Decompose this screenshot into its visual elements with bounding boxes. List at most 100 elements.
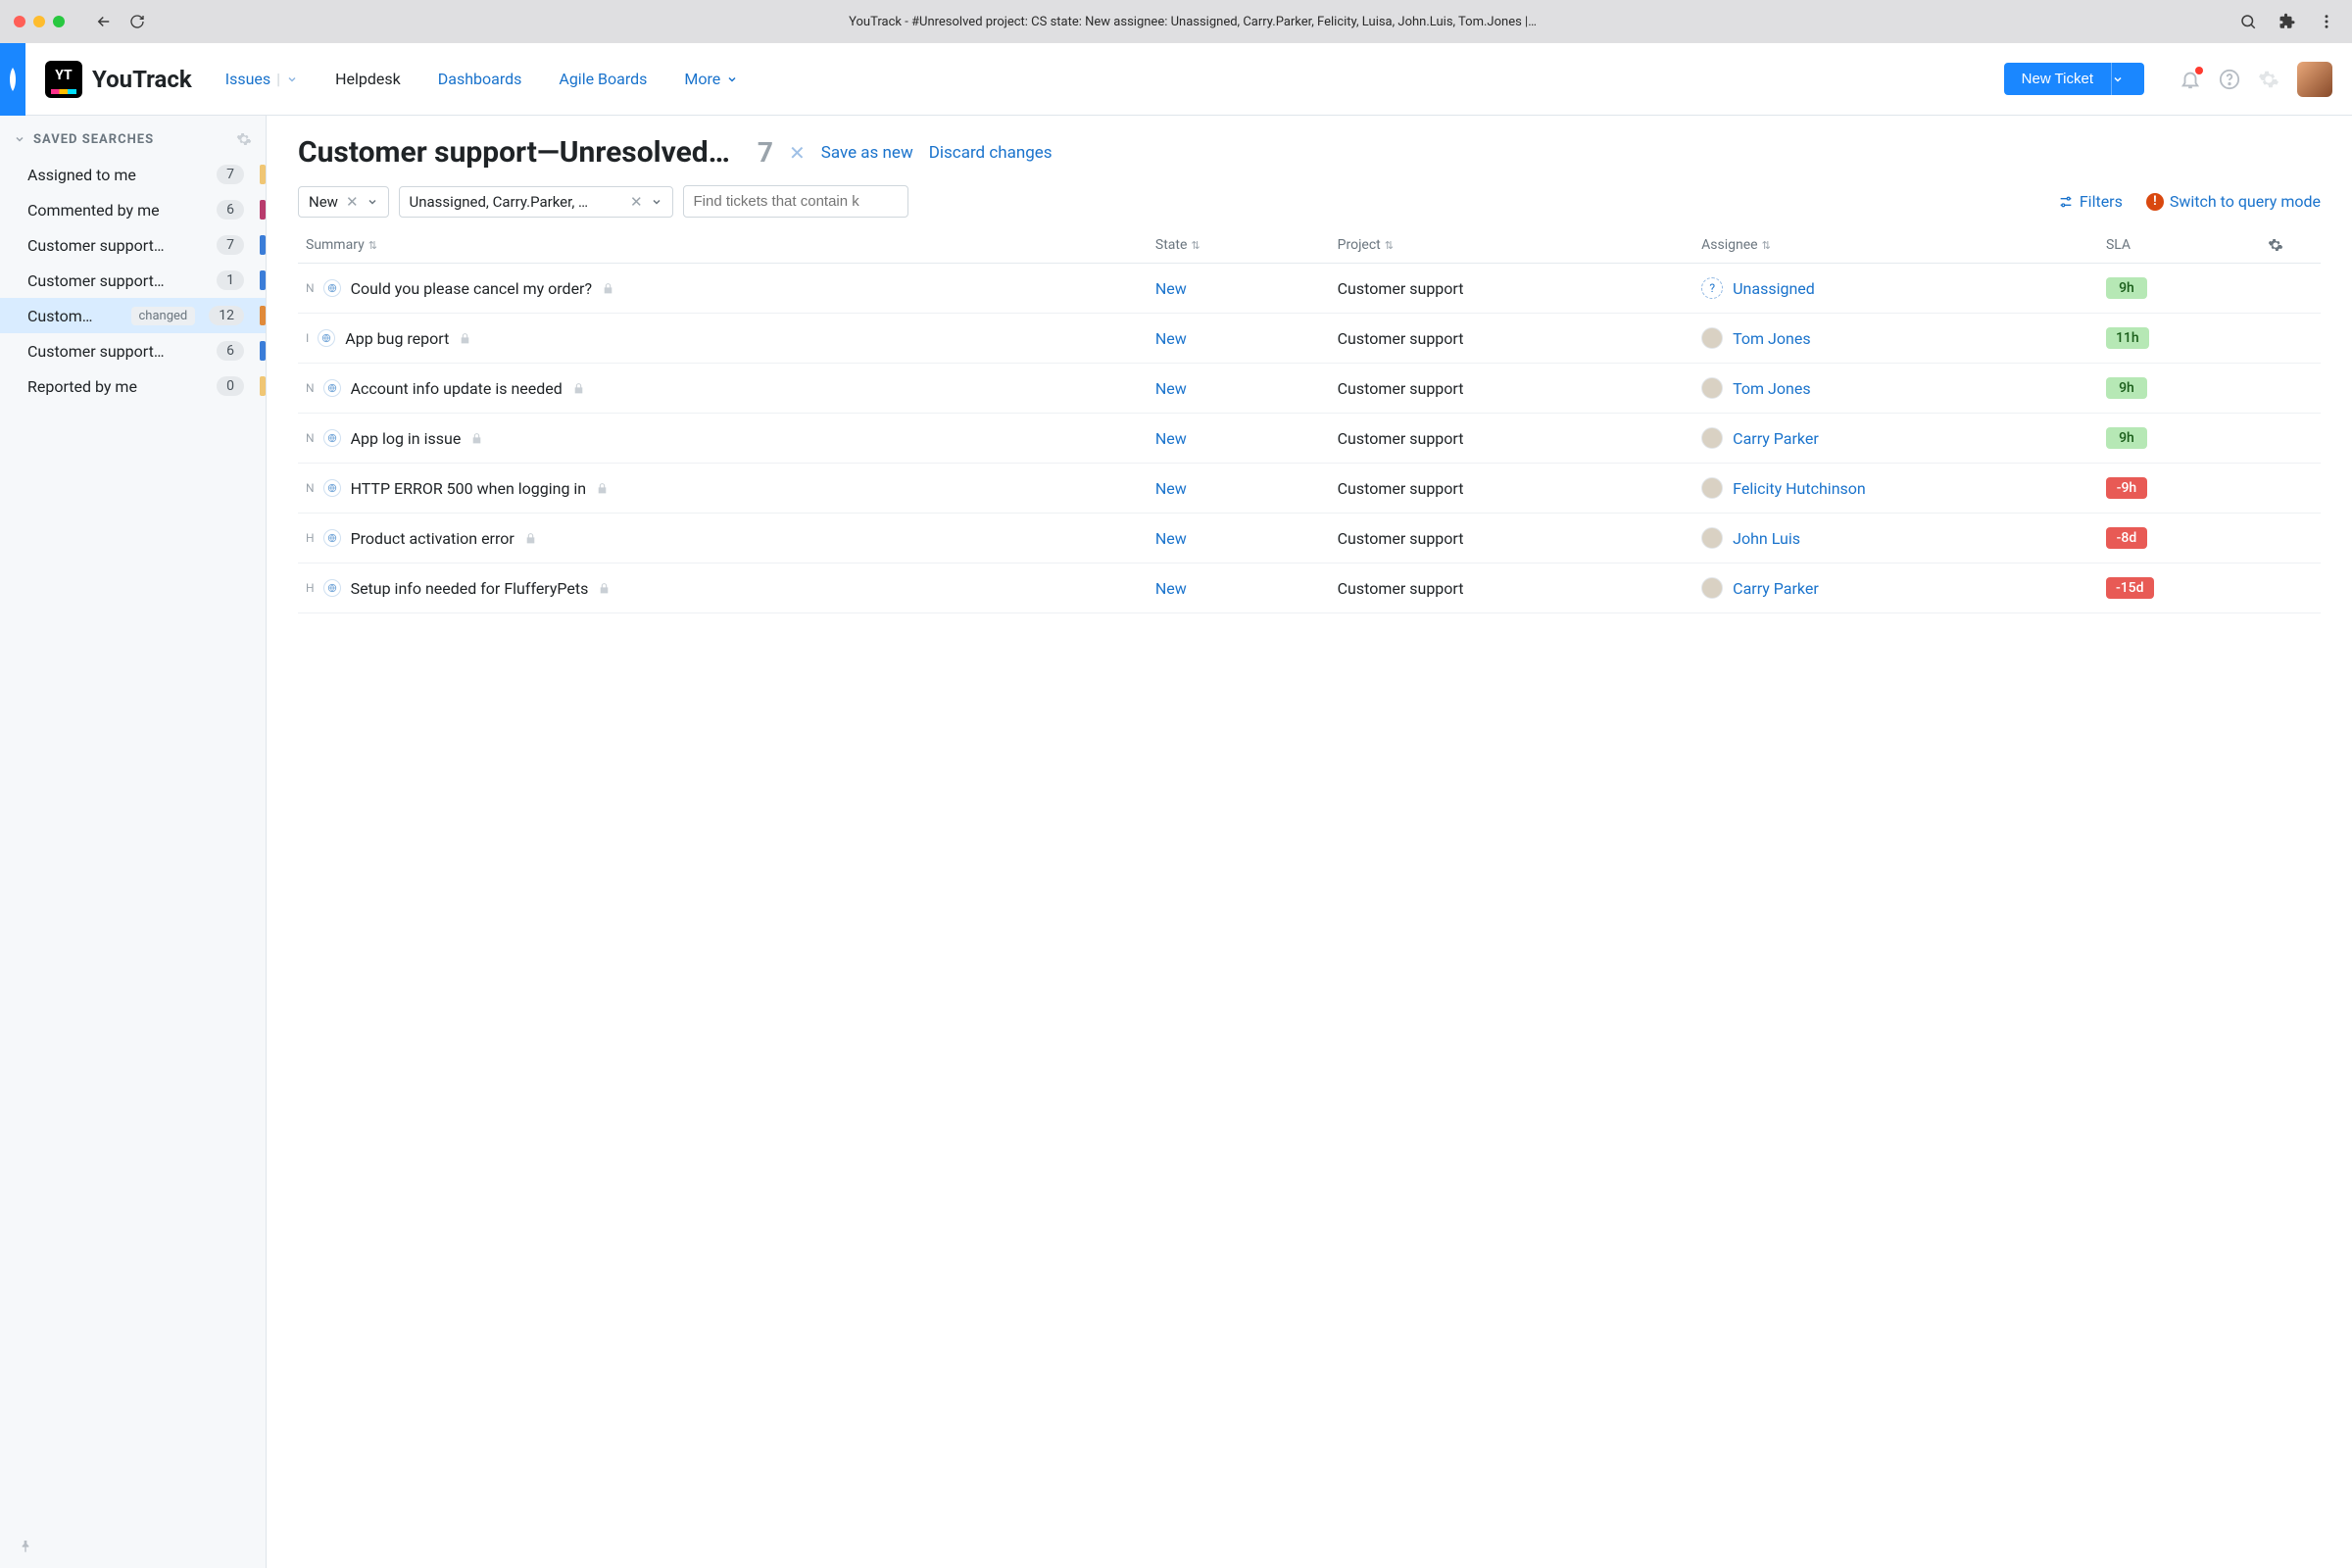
assignee-filter-pill[interactable]: Unassigned, Carry.Parker, … ✕: [399, 186, 673, 218]
color-bar-icon: [260, 341, 266, 361]
visibility-icon: [323, 479, 341, 497]
table-row[interactable]: I App bug report NewCustomer support Tom…: [298, 314, 2321, 364]
state-link[interactable]: New: [1155, 479, 1187, 498]
notification-dot-icon: [2195, 67, 2203, 74]
table-row[interactable]: N HTTP ERROR 500 when logging in NewCust…: [298, 464, 2321, 514]
switch-query-label: Switch to query mode: [2170, 192, 2321, 211]
state-filter-pill[interactable]: New ✕: [298, 186, 389, 218]
back-button[interactable]: [92, 10, 116, 33]
sidebar-item[interactable]: Customer support…7: [0, 227, 266, 263]
col-sla[interactable]: SLA: [2098, 227, 2260, 264]
sidebar-item-label: Customer support…: [27, 342, 207, 361]
color-bar-icon: [260, 200, 266, 220]
priority-icon: N: [306, 431, 314, 445]
assignee-link[interactable]: John Luis: [1733, 529, 1800, 548]
nav-issues[interactable]: Issues |: [225, 70, 298, 88]
user-avatar[interactable]: [2297, 62, 2332, 97]
lock-icon: [470, 432, 483, 445]
table-row[interactable]: N App log in issue NewCustomer support C…: [298, 414, 2321, 464]
state-link[interactable]: New: [1155, 529, 1187, 548]
clear-state-filter-icon[interactable]: ✕: [346, 193, 359, 211]
new-ticket-button[interactable]: New Ticket: [2004, 63, 2111, 95]
left-strip-icon[interactable]: [0, 43, 25, 116]
col-project[interactable]: Project⇅: [1330, 227, 1694, 264]
nav-helpdesk[interactable]: Helpdesk: [335, 70, 401, 88]
window-minimize-icon[interactable]: [33, 16, 45, 27]
col-assignee[interactable]: Assignee⇅: [1693, 227, 2098, 264]
sidebar-item-label: Commented by me: [27, 201, 207, 220]
sliders-icon: [2058, 194, 2074, 210]
page-tab-title: YouTrack - #Unresolved project: CS state…: [159, 15, 2227, 29]
clear-assignee-filter-icon[interactable]: ✕: [630, 193, 643, 211]
sidebar-item[interactable]: Custom…changed12: [0, 298, 266, 333]
traffic-lights: [14, 16, 65, 27]
sidebar-header[interactable]: SAVED SEARCHES: [0, 131, 266, 157]
table-row[interactable]: H Product activation error NewCustomer s…: [298, 514, 2321, 564]
state-link[interactable]: New: [1155, 279, 1187, 298]
gear-icon[interactable]: [236, 131, 252, 147]
table-row[interactable]: H Setup info needed for FlufferyPets New…: [298, 564, 2321, 613]
switch-query-mode-link[interactable]: ! Switch to query mode: [2146, 192, 2321, 211]
assignee-link[interactable]: Carry Parker: [1733, 429, 1819, 448]
col-state[interactable]: State⇅: [1148, 227, 1330, 264]
visibility-icon: [323, 579, 341, 597]
sort-icon: ⇅: [1762, 239, 1771, 252]
sidebar-item[interactable]: Customer support…6: [0, 333, 266, 368]
help-icon[interactable]: [2219, 69, 2240, 90]
reload-button[interactable]: [125, 10, 149, 33]
assignee-link[interactable]: Felicity Hutchinson: [1733, 479, 1866, 498]
extensions-icon[interactable]: [2276, 10, 2299, 33]
ticket-summary: App log in issue: [351, 429, 462, 448]
sla-badge: 9h: [2106, 377, 2147, 399]
table-row[interactable]: N Account info update is needed NewCusto…: [298, 364, 2321, 414]
sla-badge: -8d: [2106, 527, 2147, 549]
chevron-down-icon[interactable]: [286, 74, 298, 85]
assignee-avatar-icon: ?: [1701, 277, 1723, 299]
state-link[interactable]: New: [1155, 379, 1187, 398]
settings-icon[interactable]: [2258, 69, 2279, 90]
table-row[interactable]: N Could you please cancel my order? NewC…: [298, 264, 2321, 314]
assignee-avatar-icon: [1701, 477, 1723, 499]
assignee-link[interactable]: Tom Jones: [1733, 379, 1810, 398]
nav-agile-boards[interactable]: Agile Boards: [559, 70, 647, 88]
header-icons: [2180, 62, 2332, 97]
clear-search-icon[interactable]: ✕: [789, 141, 806, 165]
pin-icon[interactable]: [18, 1539, 33, 1554]
col-summary[interactable]: Summary⇅: [298, 227, 1148, 264]
chevron-down-icon[interactable]: [651, 196, 662, 208]
priority-icon: N: [306, 381, 314, 395]
search-input[interactable]: [683, 185, 908, 218]
assignee-link[interactable]: Carry Parker: [1733, 579, 1819, 598]
sidebar-item[interactable]: Assigned to me7: [0, 157, 266, 192]
brand[interactable]: YT YouTrack: [45, 61, 192, 98]
sidebar-item[interactable]: Commented by me6: [0, 192, 266, 227]
discard-changes-link[interactable]: Discard changes: [929, 143, 1053, 163]
chevron-down-icon: [2112, 74, 2124, 85]
sla-badge: 9h: [2106, 427, 2147, 449]
nav-dashboards[interactable]: Dashboards: [438, 70, 522, 88]
state-link[interactable]: New: [1155, 329, 1187, 348]
color-bar-icon: [260, 306, 266, 325]
state-link[interactable]: New: [1155, 429, 1187, 448]
assignee-link[interactable]: Tom Jones: [1733, 329, 1810, 348]
nav-more[interactable]: More: [684, 70, 738, 88]
sidebar-item[interactable]: Reported by me0: [0, 368, 266, 404]
ticket-summary: App bug report: [345, 329, 449, 348]
state-link[interactable]: New: [1155, 579, 1187, 598]
sidebar-item[interactable]: Customer support…1: [0, 263, 266, 298]
table-settings-icon[interactable]: [2260, 227, 2321, 264]
window-close-icon[interactable]: [14, 16, 25, 27]
notifications-icon[interactable]: [2180, 69, 2201, 90]
filters-button[interactable]: Filters: [2058, 192, 2123, 211]
chevron-down-icon[interactable]: [367, 196, 378, 208]
browser-chrome: YouTrack - #Unresolved project: CS state…: [0, 0, 2352, 43]
new-ticket-dropdown[interactable]: [2111, 63, 2144, 95]
visibility-icon: [323, 379, 341, 397]
ticket-summary: Product activation error: [351, 529, 514, 548]
assignee-link[interactable]: Unassigned: [1733, 279, 1815, 298]
window-maximize-icon[interactable]: [53, 16, 65, 27]
browser-search-icon[interactable]: [2236, 10, 2260, 33]
save-as-new-link[interactable]: Save as new: [821, 143, 913, 163]
changed-badge: changed: [131, 307, 196, 325]
browser-menu-icon[interactable]: [2315, 10, 2338, 33]
